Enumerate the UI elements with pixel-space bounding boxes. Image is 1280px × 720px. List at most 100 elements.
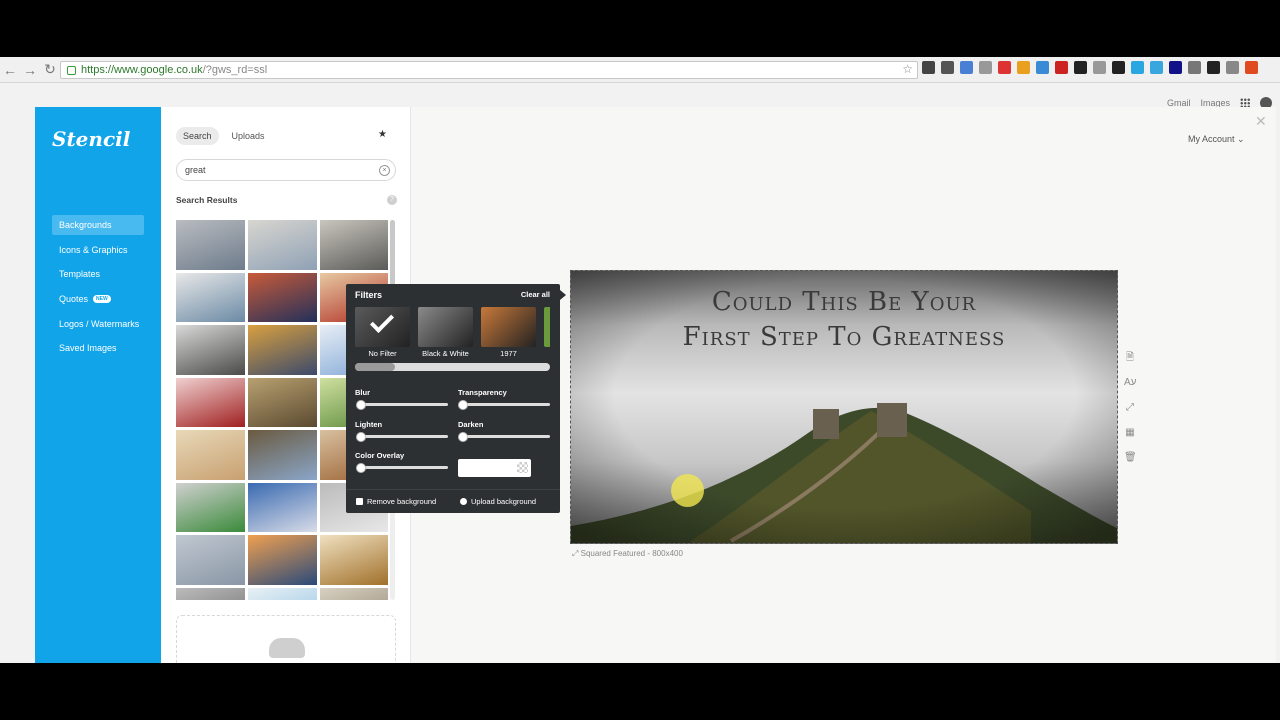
filter-swatch[interactable]: Black & White: [418, 307, 473, 357]
canvas-headline[interactable]: Could This Be Your First Step To Greatne…: [571, 285, 1117, 355]
url-path: /?gws_rd=ssl: [202, 64, 268, 76]
reload-icon[interactable]: ↻: [40, 60, 60, 80]
transparency-label: Transparency: [458, 388, 507, 397]
result-thumbnail[interactable]: [176, 535, 245, 585]
headline-line-1: Could This Be Your: [711, 287, 977, 317]
result-thumbnail[interactable]: [176, 272, 245, 322]
grid-icon[interactable]: ▦: [1124, 427, 1136, 439]
result-thumbnail[interactable]: [176, 220, 245, 270]
remove-background-button[interactable]: Remove background: [356, 497, 436, 506]
sidebar: Stencil Backgrounds Icons & Graphics Templ…: [35, 107, 161, 663]
extension-icon[interactable]: [1245, 61, 1258, 74]
extension-icon[interactable]: [1017, 61, 1030, 74]
filter-swatch[interactable]: No Filter: [355, 307, 410, 357]
extension-icon[interactable]: [1131, 61, 1144, 74]
extension-icon[interactable]: [1055, 61, 1068, 74]
result-thumbnail[interactable]: [320, 587, 388, 600]
color-overlay-slider[interactable]: [356, 462, 448, 473]
color-picker-icon[interactable]: [517, 462, 528, 473]
result-thumbnail[interactable]: [176, 482, 245, 532]
result-thumbnail[interactable]: [248, 587, 317, 600]
extension-icon[interactable]: [941, 61, 954, 74]
sidebar-item-label: Backgrounds: [59, 220, 112, 230]
clear-all-button[interactable]: Clear all: [521, 290, 550, 299]
result-thumbnail[interactable]: [320, 220, 388, 270]
extension-icon[interactable]: [979, 61, 992, 74]
sidebar-item-logos-watermarks[interactable]: Logos / Watermarks: [52, 314, 144, 334]
design-canvas[interactable]: Could This Be Your First Step To Greatne…: [570, 270, 1118, 544]
color-overlay-label: Color Overlay: [355, 451, 405, 460]
extension-icon[interactable]: [1226, 61, 1239, 74]
search-input[interactable]: great ×: [176, 159, 396, 181]
extension-icon[interactable]: [1150, 61, 1163, 74]
favorites-star-icon[interactable]: ★: [378, 129, 387, 140]
sidebar-item-label: Saved Images: [59, 343, 117, 354]
result-thumbnail[interactable]: [248, 430, 317, 480]
resize-icon[interactable]: ⤢: [1124, 402, 1136, 414]
trash-icon: [356, 498, 363, 505]
result-thumbnail[interactable]: [176, 430, 245, 480]
upload-background-button[interactable]: Upload background: [460, 497, 536, 506]
help-icon[interactable]: ?: [387, 195, 397, 205]
my-account-menu[interactable]: My Account ⌄: [1188, 134, 1245, 145]
cloud-upload-icon: [269, 638, 305, 658]
back-arrow-icon[interactable]: ←: [0, 60, 20, 80]
bookmark-star-icon[interactable]: ☆: [902, 62, 913, 76]
close-icon[interactable]: ✕: [1255, 113, 1267, 130]
page-icon[interactable]: 🗎: [1124, 352, 1136, 364]
darken-slider[interactable]: [458, 431, 550, 442]
blur-slider[interactable]: [356, 399, 448, 410]
transparency-slider[interactable]: [458, 399, 550, 410]
result-thumbnail[interactable]: [176, 587, 245, 600]
extension-icon[interactable]: [1169, 61, 1182, 74]
extension-icon[interactable]: [960, 61, 973, 74]
search-results-label: Search Results: [176, 195, 238, 205]
filter-swatches: No Filter Black & White 1977: [355, 307, 550, 357]
result-thumbnail[interactable]: [248, 482, 317, 532]
extension-icon[interactable]: [1112, 61, 1125, 74]
transparency-handle[interactable]: [458, 399, 468, 410]
result-thumbnail[interactable]: [248, 535, 317, 585]
darken-handle[interactable]: [458, 431, 468, 442]
sidebar-item-backgrounds[interactable]: Backgrounds: [52, 215, 144, 235]
new-badge: NEW: [93, 295, 111, 304]
filter-swatch-label: 1977: [500, 349, 517, 357]
extension-icon[interactable]: [1188, 61, 1201, 74]
extension-icon[interactable]: [1207, 61, 1220, 74]
blur-handle[interactable]: [356, 399, 366, 410]
darken-label: Darken: [458, 420, 484, 429]
lighten-handle[interactable]: [356, 431, 366, 442]
extension-icon[interactable]: [1036, 61, 1049, 74]
filter-swatch[interactable]: 1977: [481, 307, 536, 357]
color-overlay-handle[interactable]: [356, 462, 366, 473]
result-thumbnail[interactable]: [248, 220, 317, 270]
extension-icon[interactable]: [998, 61, 1011, 74]
canvas-size-label[interactable]: ⤢ Squared Featured - 800x400: [572, 549, 683, 559]
tab-uploads[interactable]: Uploads: [225, 127, 272, 145]
swatch-scrollbar[interactable]: [355, 363, 550, 371]
extension-icon[interactable]: [1093, 61, 1106, 74]
extension-icon[interactable]: [922, 61, 935, 74]
upload-dropzone[interactable]: [176, 615, 396, 663]
result-thumbnail[interactable]: [248, 377, 317, 427]
sidebar-item-templates[interactable]: Templates: [52, 264, 144, 284]
result-thumbnail[interactable]: [320, 535, 388, 585]
lighten-slider[interactable]: [356, 431, 448, 442]
result-thumbnail[interactable]: [248, 272, 317, 322]
forward-arrow-icon[interactable]: →: [20, 60, 40, 80]
sidebar-item-icons-graphics[interactable]: Icons & Graphics: [52, 240, 144, 260]
sidebar-item-saved-images[interactable]: Saved Images: [52, 338, 144, 358]
text-icon[interactable]: Aע: [1124, 377, 1137, 389]
overlay-color-input[interactable]: [458, 459, 531, 477]
address-bar[interactable]: https://www.google.co.uk /?gws_rd=ssl ☆: [60, 61, 918, 79]
result-thumbnail[interactable]: [176, 325, 245, 375]
trash-icon[interactable]: 🗑: [1124, 452, 1137, 464]
clear-search-icon[interactable]: ×: [379, 165, 390, 176]
extension-icon[interactable]: [1074, 61, 1087, 74]
tab-search[interactable]: Search: [176, 127, 219, 145]
result-thumbnail[interactable]: [176, 377, 245, 427]
result-thumbnail[interactable]: [248, 325, 317, 375]
filter-swatch[interactable]: [544, 307, 550, 357]
sidebar-item-quotes[interactable]: Quotes NEW: [52, 289, 144, 309]
filters-divider: [346, 489, 560, 490]
